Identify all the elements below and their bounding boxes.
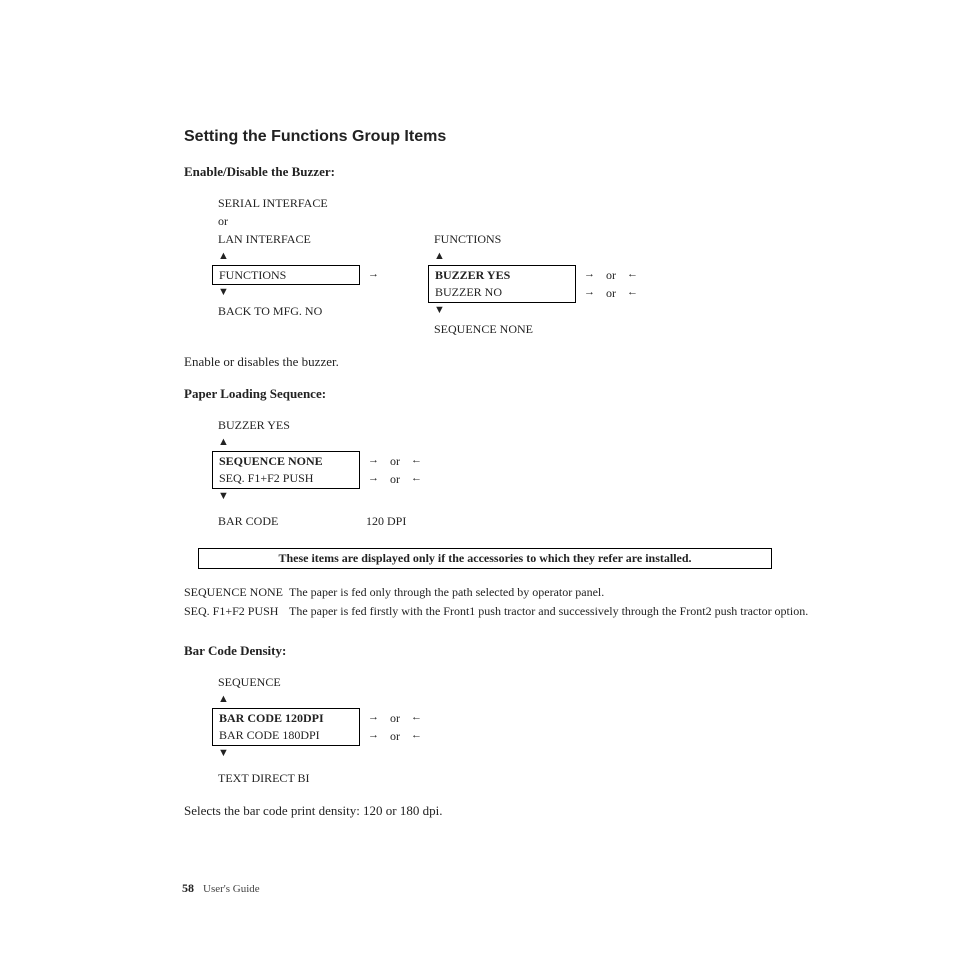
menu-item: SEQUENCE NONE bbox=[428, 320, 574, 339]
menu-item: BAR CODE 180DPI bbox=[212, 726, 360, 746]
menu-item: SEQUENCE bbox=[212, 673, 358, 692]
up-arrow-icon: ▲ bbox=[212, 248, 229, 265]
def-term: SEQ. F1+F2 PUSH bbox=[184, 602, 289, 621]
left-arrow-icon: ← bbox=[627, 284, 638, 301]
left-arrow-icon: ← bbox=[411, 452, 422, 469]
footer-title: User's Guide bbox=[203, 883, 260, 895]
up-arrow-icon: ▲ bbox=[212, 691, 229, 708]
left-arrow-icon: ← bbox=[411, 470, 422, 487]
page-heading: Setting the Functions Group Items bbox=[184, 128, 864, 146]
or-label: or bbox=[212, 212, 358, 231]
section1-title: Enable/Disable the Buzzer: bbox=[184, 164, 864, 180]
menu-value: 120 DPI bbox=[366, 512, 406, 531]
menu-item: SEQ. F1+F2 PUSH bbox=[212, 469, 360, 489]
definitions-table: SEQUENCE NONE The paper is fed only thro… bbox=[184, 583, 814, 621]
menu-item: FUNCTIONS bbox=[428, 230, 574, 249]
or-label: or bbox=[387, 470, 403, 489]
page-footer: 58 User's Guide bbox=[182, 881, 260, 896]
left-arrow-icon: ← bbox=[411, 709, 422, 726]
menu-item-selected: FUNCTIONS bbox=[212, 265, 360, 286]
left-arrow-icon: ← bbox=[627, 266, 638, 283]
right-arrow-icon: → bbox=[368, 470, 379, 487]
buzzer-menu-diagram: SERIAL INTERFACE or LAN INTERFACE ▲ FUNC… bbox=[212, 194, 864, 338]
down-arrow-icon: ▼ bbox=[212, 488, 229, 505]
page-number: 58 bbox=[182, 881, 194, 895]
down-arrow-icon: ▼ bbox=[212, 284, 229, 301]
or-label: or bbox=[387, 452, 403, 471]
or-label: or bbox=[387, 709, 403, 728]
menu-item: LAN INTERFACE bbox=[212, 230, 358, 249]
sequence-menu-diagram: BUZZER YES ▲ SEQUENCE NONE → or ← SEQ. F… bbox=[212, 416, 864, 530]
def-text: The paper is fed firstly with the Front1… bbox=[289, 602, 814, 621]
section1-desc: Enable or disables the buzzer. bbox=[184, 354, 864, 370]
menu-item: BACK TO MFG. NO bbox=[212, 302, 358, 321]
menu-item-selected: SEQUENCE NONE bbox=[212, 451, 360, 471]
section3-desc: Selects the bar code print density: 120 … bbox=[184, 803, 864, 819]
up-arrow-icon: ▲ bbox=[212, 434, 229, 451]
menu-item: SERIAL INTERFACE bbox=[212, 194, 358, 213]
down-arrow-icon: ▼ bbox=[212, 745, 229, 762]
menu-item-selected: BAR CODE 120DPI bbox=[212, 708, 360, 728]
menu-item: BUZZER NO bbox=[428, 283, 576, 303]
def-term: SEQUENCE NONE bbox=[184, 583, 289, 602]
menu-item: BAR CODE bbox=[212, 512, 358, 531]
section3-title: Bar Code Density: bbox=[184, 643, 864, 659]
menu-item: BUZZER YES bbox=[212, 416, 358, 435]
def-text: The paper is fed only through the path s… bbox=[289, 583, 814, 602]
right-arrow-icon: → bbox=[368, 727, 379, 744]
menu-item: TEXT DIRECT BI bbox=[212, 769, 358, 788]
down-arrow-icon: ▼ bbox=[428, 302, 445, 319]
menu-item-selected: BUZZER YES bbox=[428, 265, 576, 285]
barcode-menu-diagram: SEQUENCE ▲ BAR CODE 120DPI → or ← BAR CO… bbox=[212, 673, 864, 787]
right-arrow-icon: → bbox=[368, 266, 398, 283]
or-label: or bbox=[387, 727, 403, 746]
right-arrow-icon: → bbox=[368, 452, 379, 469]
left-arrow-icon: ← bbox=[411, 727, 422, 744]
note-box: These items are displayed only if the ac… bbox=[198, 548, 772, 569]
section2-title: Paper Loading Sequence: bbox=[184, 386, 864, 402]
or-label: or bbox=[603, 266, 619, 285]
right-arrow-icon: → bbox=[584, 284, 595, 301]
right-arrow-icon: → bbox=[368, 709, 379, 726]
up-arrow-icon: ▲ bbox=[428, 248, 445, 265]
right-arrow-icon: → bbox=[584, 266, 595, 283]
or-label: or bbox=[603, 284, 619, 303]
